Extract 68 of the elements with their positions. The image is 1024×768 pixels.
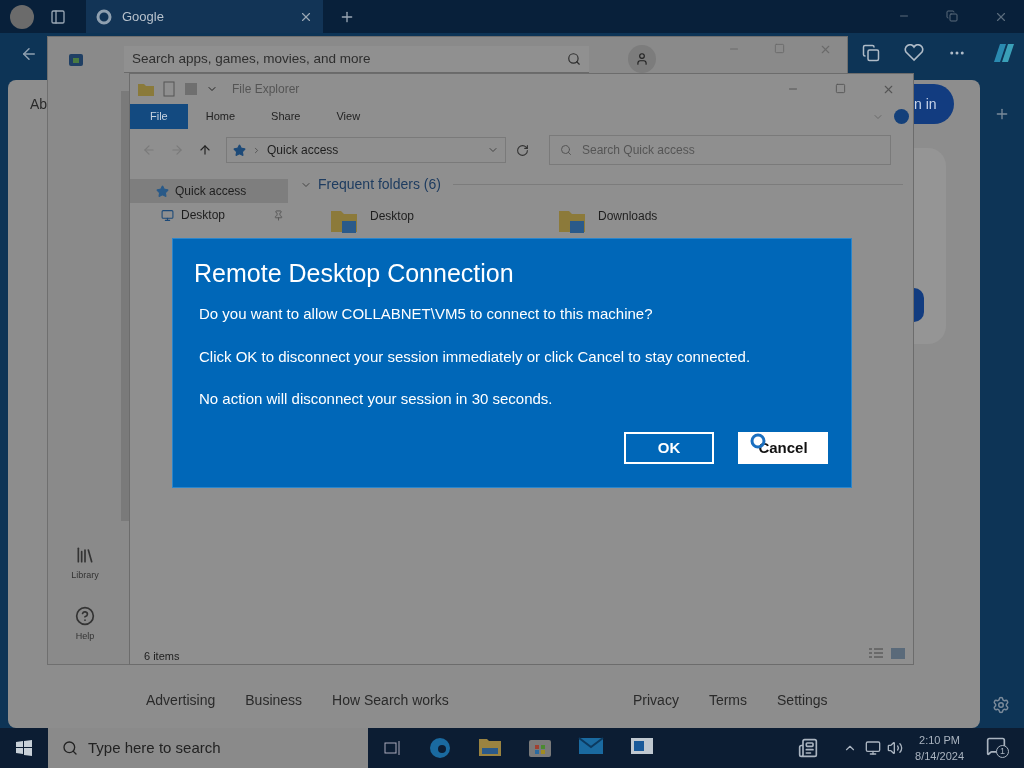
nav-item[interactable]: Quick access (130, 179, 288, 203)
star-icon (156, 184, 169, 198)
folder-icon[interactable] (478, 736, 502, 758)
page-text: Ab (30, 95, 48, 114)
address-bar[interactable]: Quick access (226, 137, 506, 163)
person-icon (635, 52, 649, 66)
settings-icon[interactable] (992, 696, 1010, 714)
footer-link[interactable]: Settings (777, 690, 828, 711)
heart-icon[interactable] (904, 44, 924, 62)
details-view-icon[interactable] (868, 647, 884, 660)
profile-avatar (10, 4, 34, 29)
tab-actions-icon[interactable] (50, 8, 66, 25)
footer-link[interactable]: Terms (708, 690, 748, 711)
group-header[interactable]: Frequent folders (6) (318, 174, 441, 195)
star-icon (233, 143, 246, 157)
search-icon[interactable] (567, 52, 581, 66)
dialog-message: Click OK to disconnect your session immediately or click Cancel to stay connected. (199, 348, 751, 364)
add-icon[interactable] (994, 106, 1010, 122)
footer-link[interactable]: Business (245, 690, 303, 711)
footer-link[interactable]: Privacy (633, 690, 679, 711)
window-title: File Explorer (232, 81, 301, 98)
search-icon (560, 144, 572, 156)
ribbon-tab[interactable]: View (318, 104, 379, 129)
browser-icon[interactable] (428, 736, 452, 760)
taskbar-search-field[interactable]: Type here to search (48, 728, 368, 768)
chevron-icon (252, 145, 261, 155)
round-button[interactable] (914, 288, 924, 322)
ribbon-tab[interactable]: Share (253, 104, 319, 129)
status-text: 6 items (144, 649, 180, 664)
news-icon[interactable] (797, 738, 820, 758)
task-view-icon[interactable] (384, 740, 402, 756)
network-icon[interactable] (865, 740, 882, 756)
notification-badge: 1 (996, 745, 1009, 758)
restore-icon[interactable] (946, 9, 958, 22)
folder-name: Downloads (598, 208, 658, 225)
browser-tab[interactable]: Google (86, 0, 323, 33)
clock[interactable]: 2:10 PM 8/14/2024 (915, 732, 964, 764)
start-icon[interactable] (16, 740, 32, 756)
remote-desktop-icon[interactable] (630, 736, 654, 756)
collections-icon[interactable] (862, 44, 880, 62)
nav-label: Help (75, 630, 95, 643)
nav-item[interactable]: Desktop (130, 203, 288, 227)
store-icon (68, 51, 84, 67)
back-icon[interactable] (20, 45, 38, 63)
volume-icon[interactable] (887, 740, 904, 756)
dialog-message: Do you want to allow COLLABNET\VM5 to connect to this machine? (199, 306, 653, 321)
books-icon (75, 545, 95, 565)
nav-label: Library (71, 569, 99, 582)
tiles-view-icon[interactable] (890, 647, 906, 660)
search-field[interactable]: Search apps, games, movies, and more (124, 46, 589, 73)
maximize-icon[interactable] (835, 82, 846, 94)
footer-link[interactable]: Advertising (146, 690, 216, 711)
footer-link[interactable]: How Search works (332, 690, 449, 711)
folder-icon (138, 82, 154, 96)
dialog-title: Remote Desktop Connection (194, 261, 514, 286)
monitor-icon (160, 208, 175, 222)
folder-name: Desktop (370, 208, 415, 225)
dialog-message: No action will disconnect your session in 30 seconds. (199, 391, 553, 406)
search-icon (62, 740, 78, 756)
dialog-button[interactable]: OK (624, 432, 714, 464)
account-button[interactable] (628, 45, 656, 73)
ribbon-tab[interactable]: File (130, 104, 188, 129)
sign-in-button[interactable]: n in (914, 84, 954, 124)
up-icon[interactable] (198, 143, 212, 157)
refresh-icon[interactable] (516, 143, 529, 157)
mail-icon[interactable] (578, 736, 604, 756)
ribbon-tab[interactable]: Home (187, 104, 254, 129)
google-logo-icon (96, 8, 112, 25)
